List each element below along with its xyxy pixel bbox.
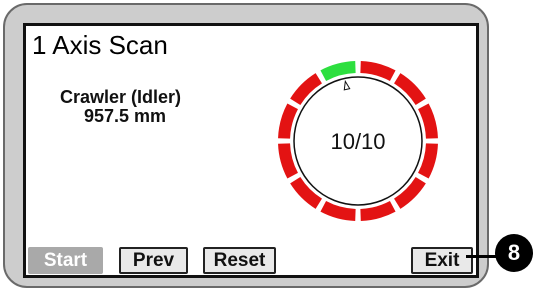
callout-badge: 8 [495,234,533,272]
status-value: 957.5 mm [84,106,167,126]
status-label: Crawler (Idler) [60,87,182,107]
screen: 1 Axis Scan Crawler (Idler) 957.5 mm 10/… [23,23,479,278]
reset-button[interactable]: Reset [203,247,276,274]
dial-progress-label: 10/10 [330,129,385,154]
device-bezel: 1 Axis Scan Crawler (Idler) 957.5 mm 10/… [3,3,489,288]
scan-dial: 10/10 [278,61,438,221]
page-title: 1 Axis Scan [32,30,168,60]
status-readout: Crawler (Idler) 957.5 mm [60,88,210,126]
start-button[interactable]: Start [28,247,103,274]
exit-button[interactable]: Exit [411,247,473,274]
prev-button[interactable]: Prev [119,247,188,274]
